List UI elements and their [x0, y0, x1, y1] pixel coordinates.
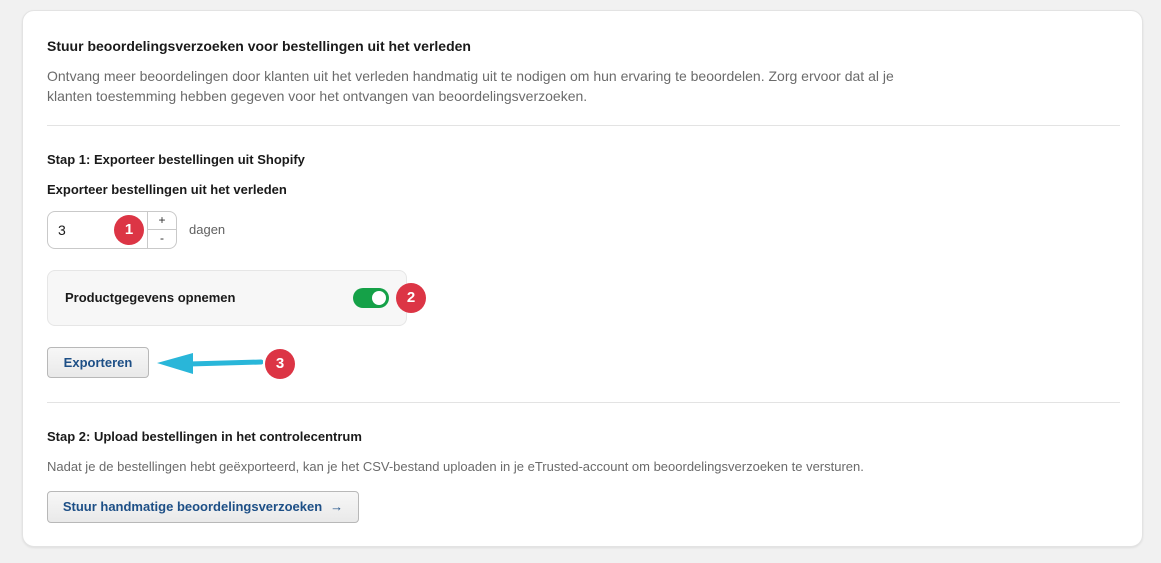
step2-title: Stap 2: Upload bestellingen in het contr…: [47, 429, 362, 444]
annotation-badge-3: 3: [265, 349, 295, 379]
send-manual-requests-button[interactable]: Stuur handmatige beoordelingsverzoeken →: [47, 491, 359, 523]
product-data-toggle[interactable]: [353, 288, 389, 308]
days-number-input[interactable]: 3 + -: [47, 211, 177, 249]
step2-description: Nadat je de bestellingen hebt geëxportee…: [47, 459, 864, 474]
product-data-toggle-row: Productgegevens opnemen: [47, 270, 407, 326]
stepper-increment-button[interactable]: +: [148, 212, 176, 230]
annotation-badge-1: 1: [114, 215, 144, 245]
section-description: Ontvang meer beoordelingen door klanten …: [47, 68, 894, 104]
toggle-knob: [372, 291, 386, 305]
days-suffix: dagen: [189, 222, 226, 237]
pointer-arrow-icon: [157, 353, 263, 374]
divider: [47, 125, 1120, 126]
stepper-decrement-button[interactable]: -: [148, 230, 176, 248]
section-title: Stuur beoordelingsverzoeken voor bestell…: [47, 38, 471, 54]
send-button-label: Stuur handmatige beoordelingsverzoeken: [62, 499, 323, 514]
product-data-toggle-label: Productgegevens opnemen: [65, 290, 236, 305]
days-stepper: + -: [147, 212, 176, 248]
annotation-badge-2: 2: [396, 283, 426, 313]
settings-card: Stuur beoordelingsverzoeken voor bestell…: [22, 10, 1143, 547]
divider: [47, 402, 1120, 403]
export-button[interactable]: Exporteren: [47, 347, 149, 378]
arrow-right-icon: →: [330, 499, 344, 514]
step1-title: Stap 1: Exporteer bestellingen uit Shopi…: [47, 152, 305, 167]
export-days-label: Exporteer bestellingen uit het verleden: [47, 182, 287, 197]
days-input-value[interactable]: 3: [58, 212, 66, 248]
